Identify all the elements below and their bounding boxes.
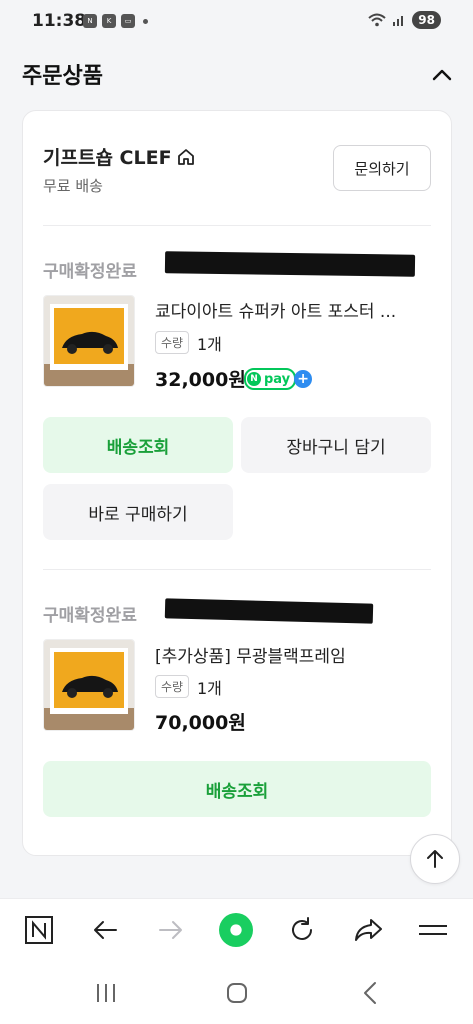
npay-n-icon: N — [247, 372, 261, 386]
redacted-order-info — [164, 598, 374, 624]
plus-icon: + — [294, 370, 313, 388]
quantity-label: 수량 — [155, 675, 190, 698]
scroll-top-button[interactable] — [410, 834, 460, 884]
poster-image — [44, 640, 134, 730]
product-name[interactable]: 쿄다이아트 슈퍼카 아트 포스터 ... — [155, 297, 396, 322]
divider — [43, 569, 431, 570]
chevron-up-icon — [432, 69, 452, 81]
more-notifications-dot — [143, 18, 148, 24]
forward-button[interactable] — [154, 913, 188, 947]
home-button-icon — [227, 983, 247, 1003]
browser-toolbar — [0, 898, 473, 963]
green-dot-button[interactable] — [219, 913, 253, 947]
notification-icons: N K ▭ — [83, 14, 148, 28]
product-thumbnail[interactable] — [43, 639, 135, 731]
add-to-cart-button[interactable]: 장바구니 담기 — [241, 417, 431, 473]
kbook-app-icon: K — [102, 14, 116, 28]
refresh-icon — [292, 917, 312, 940]
share-icon — [355, 919, 382, 941]
forward-arrow-icon — [159, 921, 182, 939]
recent-apps-button[interactable] — [91, 978, 121, 1008]
naver-n-icon — [25, 916, 53, 944]
battery-indicator: 98 — [412, 11, 441, 29]
npay-badge: N pay + — [244, 368, 313, 390]
home-icon — [177, 148, 194, 165]
arrow-up-icon — [427, 850, 443, 868]
share-button[interactable] — [351, 913, 385, 947]
system-indicators: 98 — [368, 11, 441, 29]
signal-icon — [393, 16, 404, 26]
recent-apps-icon — [97, 984, 115, 1002]
quantity-value: 1개 — [197, 679, 222, 698]
section-title: 주문상품 — [22, 64, 103, 89]
quantity-label: 수량 — [155, 331, 190, 354]
product-thumbnail[interactable] — [43, 295, 135, 387]
poster-image — [44, 296, 134, 386]
system-navigation — [0, 962, 473, 1024]
divider — [43, 225, 431, 226]
inquiry-button[interactable]: 문의하기 — [333, 145, 431, 191]
product-price: 32,000원 — [155, 369, 246, 391]
status-bar: 11:38 N K ▭ 98 — [0, 0, 473, 42]
menu-button[interactable] — [416, 913, 450, 947]
status-time: 11:38 — [32, 11, 87, 31]
shop-name: 기프트숍 CLEF — [43, 147, 172, 169]
order-card: 기프트숍 CLEF 무료 배송 문의하기 구매확정완료 쿄다이아트 슈퍼카 아트… — [22, 110, 452, 856]
track-delivery-button[interactable]: 배송조회 — [43, 417, 233, 473]
collapse-button[interactable] — [431, 64, 453, 86]
back-button[interactable] — [88, 913, 122, 947]
shipping-info: 무료 배송 — [43, 177, 103, 195]
product-price: 70,000원 — [155, 712, 246, 734]
naver-home-button[interactable] — [22, 913, 56, 947]
order-status: 구매확정완료 — [43, 606, 137, 626]
back-arrow-icon — [94, 921, 117, 939]
product-name[interactable]: [추가상품] 무광블랙프레임 — [155, 642, 346, 667]
npay-label: pay — [264, 371, 291, 387]
naver-app-icon: N — [83, 14, 97, 28]
redacted-order-info — [164, 251, 416, 277]
wallet-icon: ▭ — [121, 14, 135, 28]
wifi-icon — [368, 13, 386, 27]
quantity-value: 1개 — [197, 335, 222, 354]
track-delivery-button[interactable]: 배송조회 — [43, 761, 431, 817]
home-button[interactable] — [222, 978, 252, 1008]
green-dot-icon — [219, 913, 253, 947]
order-status: 구매확정완료 — [43, 262, 137, 282]
refresh-button[interactable] — [285, 913, 319, 947]
system-back-icon — [364, 982, 376, 1004]
buy-now-button[interactable]: 바로 구매하기 — [43, 484, 233, 540]
shop-name-link[interactable]: 기프트숍 CLEF — [43, 143, 196, 170]
system-back-button[interactable] — [355, 978, 385, 1008]
menu-icon — [419, 925, 447, 935]
